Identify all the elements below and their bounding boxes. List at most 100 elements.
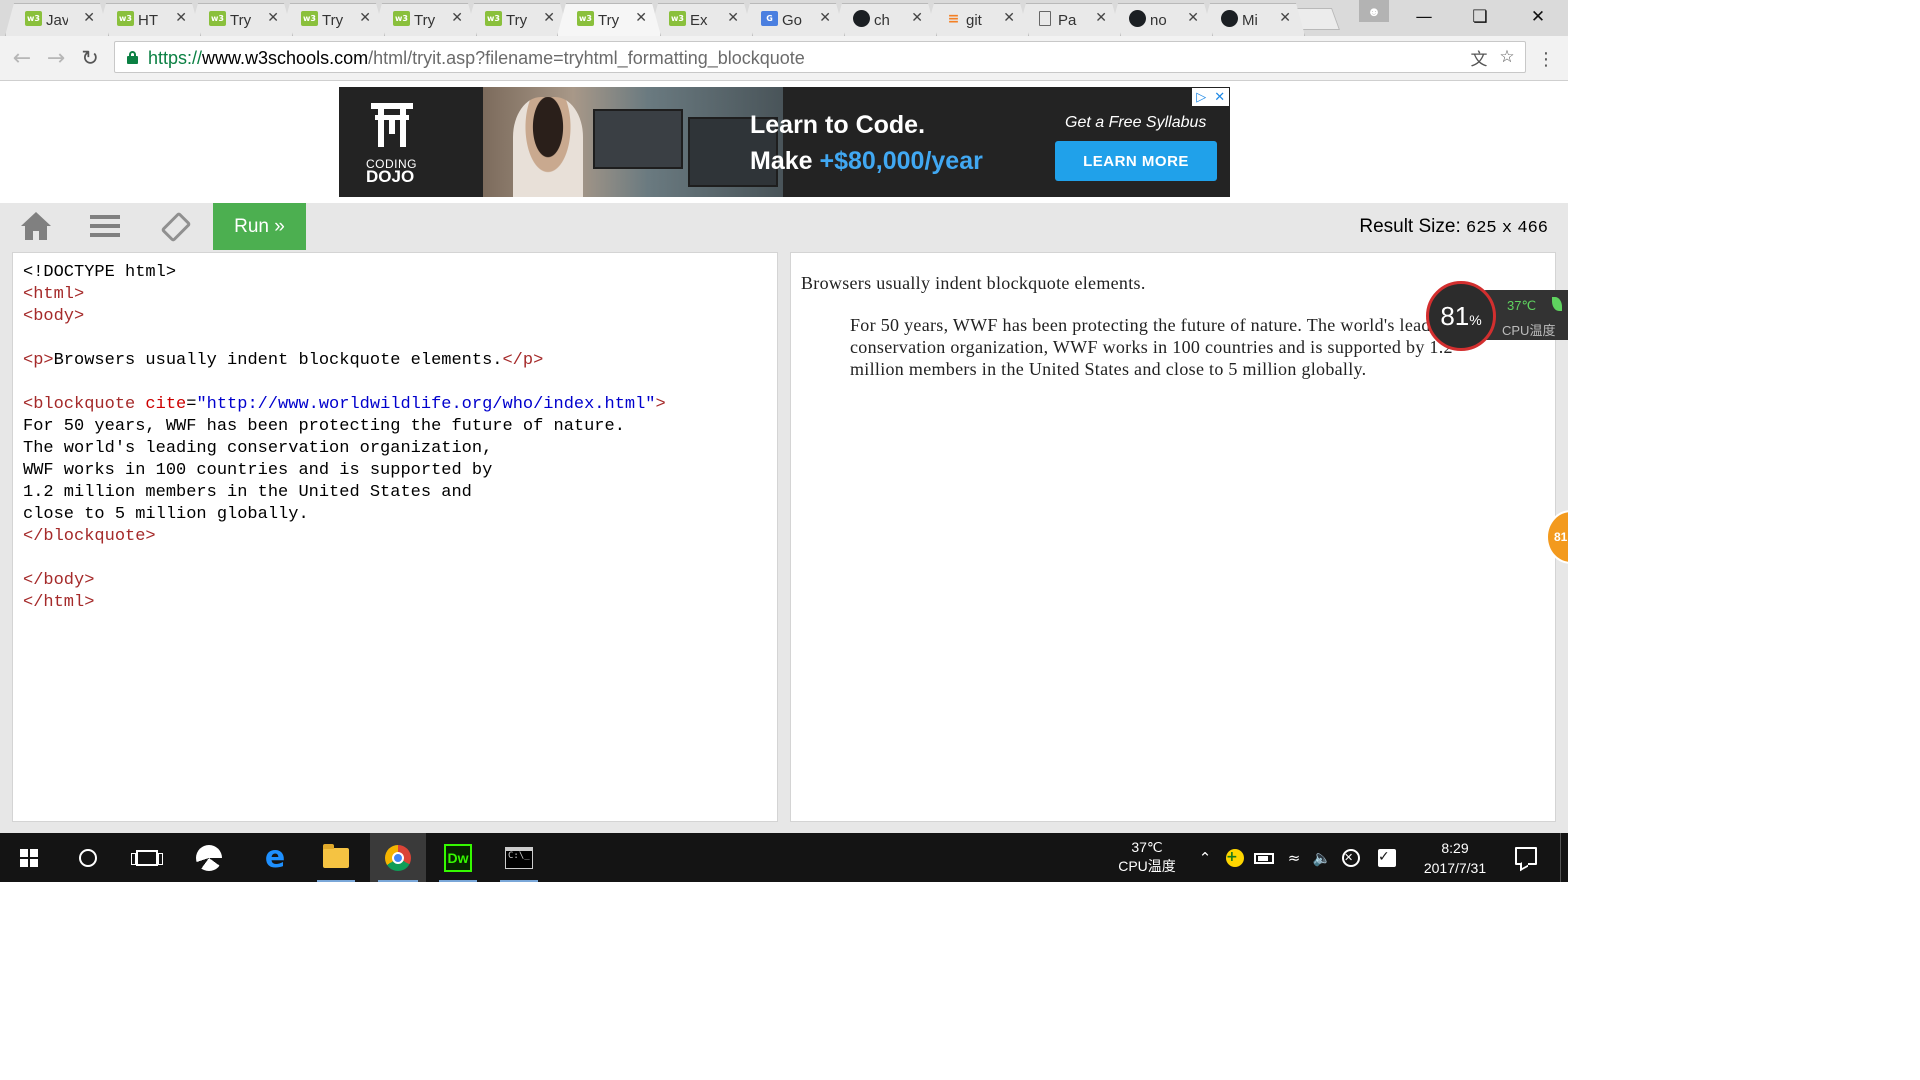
minimize-icon[interactable]: — <box>1400 4 1448 30</box>
volume-icon[interactable]: 🔈 <box>1311 847 1333 869</box>
battery-icon[interactable] <box>1253 847 1275 869</box>
tab-close-icon[interactable]: ✕ <box>1003 10 1015 26</box>
browser-tab[interactable]: G Go ✕ <box>741 3 845 36</box>
code-text[interactable]: <!DOCTYPE html><html><body>​<p>Browsers … <box>23 262 666 614</box>
browser-tab[interactable]: w3 Try ✕ <box>281 3 385 36</box>
code-line[interactable]: </body> <box>23 570 666 592</box>
tab-close-icon[interactable]: ✕ <box>175 10 187 26</box>
browser-tab[interactable]: w3 Try ✕ <box>557 3 661 36</box>
task-view-button[interactable] <box>120 833 174 882</box>
tab-close-icon[interactable]: ✕ <box>727 10 739 26</box>
tab-close-icon[interactable]: ✕ <box>359 10 371 26</box>
wifi-icon[interactable]: ≈ <box>1283 847 1305 869</box>
tab-close-icon[interactable]: ✕ <box>1187 10 1199 26</box>
menu-icon[interactable] <box>88 212 122 242</box>
w3schools-icon: w3 <box>117 11 134 26</box>
result-height: 466 <box>1517 219 1548 238</box>
browser-tab[interactable]: w3 Try ✕ <box>465 3 569 36</box>
url-text[interactable]: https://www.w3schools.com/html/tryit.asp… <box>148 48 805 69</box>
back-icon[interactable]: ← <box>8 44 36 72</box>
taskbar-app-cmd[interactable]: C:\_ <box>492 833 546 882</box>
code-line[interactable]: <p>Browsers usually indent blockquote el… <box>23 350 666 372</box>
code-editor[interactable]: <!DOCTYPE html><html><body>​<p>Browsers … <box>12 252 778 822</box>
close-circle-icon: ✕ <box>1342 849 1360 867</box>
taskbar-app-explorer[interactable] <box>309 833 363 882</box>
code-line[interactable]: <body> <box>23 306 666 328</box>
chevron-up-icon[interactable]: ⌃ <box>1194 847 1216 869</box>
w3schools-icon: w3 <box>485 11 502 26</box>
result-blockquote: For 50 years, WWF has been protecting th… <box>850 315 1455 379</box>
address-bar[interactable]: https://www.w3schools.com/html/tryit.asp… <box>114 41 1526 73</box>
code-line[interactable]: ​ <box>23 328 666 350</box>
code-line[interactable]: <!DOCTYPE html> <box>23 262 666 284</box>
code-line[interactable]: WWF works in 100 countries and is suppor… <box>23 460 666 482</box>
reload-icon[interactable]: ↻ <box>76 44 104 72</box>
command-prompt-icon: C:\_ <box>505 846 533 869</box>
code-line[interactable]: close to 5 million globally. <box>23 504 666 526</box>
bookmark-star-icon[interactable]: ☆ <box>1495 45 1519 69</box>
ad-banner[interactable]: CODING DOJO Learn to Code. Make +$80,000… <box>339 87 1230 197</box>
learn-more-button[interactable]: LEARN MORE <box>1055 141 1217 181</box>
browser-tab[interactable]: w3 Try ✕ <box>373 3 477 36</box>
tray-cpu-temp[interactable]: 37℃ CPU温度 <box>1115 838 1179 876</box>
taskbar-app-swirl[interactable] <box>182 833 236 882</box>
tab-close-icon[interactable]: ✕ <box>451 10 463 26</box>
browser-tab[interactable]: w3 Jav ✕ <box>5 3 109 36</box>
browser-tab[interactable]: ch ✕ <box>833 3 937 36</box>
tray-plus-app[interactable]: + <box>1224 847 1246 869</box>
code-line[interactable]: The world's leading conservation organiz… <box>23 438 666 460</box>
browser-tab[interactable]: ≡ git ✕ <box>925 3 1029 36</box>
code-line[interactable]: <blockquote cite="http://www.worldwildli… <box>23 394 666 416</box>
tray-check-app[interactable]: ✓ <box>1376 847 1398 869</box>
show-desktop-button[interactable] <box>1560 833 1568 882</box>
run-button[interactable]: Run » <box>213 203 306 250</box>
ad-syllabus-text: Get a Free Syllabus <box>1065 114 1207 131</box>
code-line[interactable]: </html> <box>23 592 666 614</box>
browser-tab[interactable]: w3 HT ✕ <box>97 3 201 36</box>
tray-close-app[interactable]: ✕ <box>1340 847 1362 869</box>
clock[interactable]: 8:29 2017/7/31 <box>1405 838 1505 878</box>
adchoices-icon[interactable]: ▷ ✕ <box>1192 88 1229 106</box>
forward-icon[interactable]: → <box>42 44 70 72</box>
code-line[interactable]: For 50 years, WWF has been protecting th… <box>23 416 666 438</box>
cpu-monitor-widget[interactable]: 37℃ CPU温度 81% <box>1426 281 1568 351</box>
tab-close-icon[interactable]: ✕ <box>635 10 647 26</box>
tab-close-icon[interactable]: ✕ <box>1279 10 1291 26</box>
code-line[interactable]: ​ <box>23 372 666 394</box>
google-translate-icon: G <box>761 11 778 26</box>
browser-tab[interactable]: Mi ✕ <box>1201 3 1305 36</box>
close-window-icon[interactable]: ✕ <box>1514 4 1562 30</box>
browser-tab[interactable]: no ✕ <box>1109 3 1213 36</box>
browser-tab[interactable]: w3 Try ✕ <box>189 3 293 36</box>
github-icon <box>1129 10 1146 27</box>
tab-close-icon[interactable]: ✕ <box>911 10 923 26</box>
profile-icon[interactable]: ☻ <box>1359 0 1389 22</box>
browser-menu-icon[interactable]: ⋮ <box>1536 48 1556 70</box>
translate-icon[interactable]: 文 <box>1467 45 1491 70</box>
restore-icon[interactable]: ❏ <box>1456 4 1504 30</box>
code-line[interactable]: </blockquote> <box>23 526 666 548</box>
code-line[interactable]: ​ <box>23 548 666 570</box>
rotate-icon[interactable] <box>159 211 193 243</box>
edge-icon: e <box>264 840 286 875</box>
start-button[interactable] <box>2 833 56 882</box>
browser-tab[interactable]: w3 Ex ✕ <box>649 3 753 36</box>
taskbar-app-edge[interactable]: e <box>248 833 302 882</box>
ad-subheadline-prefix: Make <box>750 147 820 175</box>
code-line[interactable]: 1.2 million members in the United States… <box>23 482 666 504</box>
tab-close-icon[interactable]: ✕ <box>267 10 279 26</box>
tab-close-icon[interactable]: ✕ <box>819 10 831 26</box>
code-line[interactable]: <html> <box>23 284 666 306</box>
notifications-icon[interactable] <box>1515 847 1537 865</box>
tab-close-icon[interactable]: ✕ <box>543 10 555 26</box>
tab-close-icon[interactable]: ✕ <box>83 10 95 26</box>
stackoverflow-icon: ≡ <box>947 10 960 27</box>
github-icon <box>1221 10 1238 27</box>
taskbar-app-chrome[interactable] <box>370 833 426 882</box>
taskbar-app-dreamweaver[interactable]: Dw <box>431 833 485 882</box>
home-icon[interactable] <box>19 212 53 242</box>
cortana-button[interactable] <box>61 833 115 882</box>
tab-close-icon[interactable]: ✕ <box>1095 10 1107 26</box>
tab-title: Jav <box>46 12 68 29</box>
browser-tab[interactable]: Pa ✕ <box>1017 3 1121 36</box>
